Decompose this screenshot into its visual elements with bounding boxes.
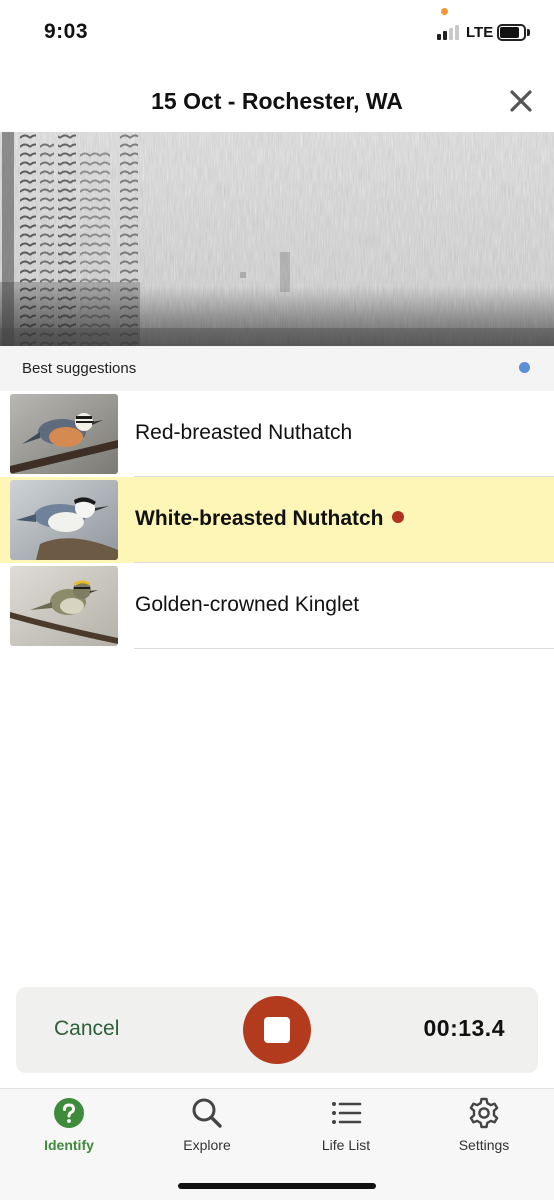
tab-life-list[interactable]: Life List — [277, 1089, 415, 1169]
list-item[interactable]: Red-breasted Nuthatch — [0, 391, 554, 477]
privacy-indicator-dot — [441, 8, 448, 15]
tab-identify[interactable]: Identify — [0, 1089, 138, 1169]
list-item[interactable]: Golden-crowned Kinglet — [0, 563, 554, 649]
golden-crowned-kinglet-photo — [10, 566, 118, 646]
tab-label: Identify — [44, 1137, 94, 1153]
tab-label: Life List — [321, 1137, 371, 1153]
species-name: Golden-crowned Kinglet — [135, 593, 360, 616]
list-item-highlighted[interactable]: White-breasted Nuthatch — [0, 477, 554, 563]
signal-icon — [437, 24, 463, 40]
help-circle-icon — [53, 1097, 85, 1129]
home-indicator — [178, 1183, 376, 1189]
stop-recording-button[interactable] — [243, 996, 311, 1064]
recording-timer: 00:13.4 — [423, 1015, 505, 1041]
battery-icon — [497, 24, 530, 41]
network-type: LTE — [466, 24, 494, 41]
suggestion-list: Red-breasted Nuthatch White-breasted Nut… — [0, 391, 554, 649]
search-icon — [191, 1097, 223, 1129]
row-divider — [134, 648, 554, 649]
cancel-button[interactable]: Cancel — [54, 1017, 119, 1041]
recording-control-panel: Cancel 00:13.4 — [16, 987, 538, 1073]
recording-indicator-dot — [391, 511, 404, 523]
white-breasted-nuthatch-photo — [10, 480, 118, 560]
tab-label: Explore — [183, 1137, 231, 1153]
spectrogram[interactable] — [0, 132, 554, 346]
tab-settings[interactable]: Settings — [415, 1089, 553, 1169]
suggestions-title: Best suggestions — [22, 360, 137, 377]
status-indicator-dot — [519, 362, 530, 373]
gear-icon — [468, 1097, 500, 1129]
header: 15 Oct - Rochester, WA — [0, 64, 554, 132]
species-name: White-breasted Nuthatch — [135, 507, 404, 531]
close-button[interactable] — [506, 88, 536, 114]
status-time: 9:03 — [44, 20, 89, 43]
species-name: Red-breasted Nuthatch — [135, 421, 353, 444]
stop-icon — [264, 1017, 290, 1043]
suggestions-header: Best suggestions — [0, 346, 554, 391]
tab-explore[interactable]: Explore — [138, 1089, 276, 1169]
tab-label: Settings — [458, 1137, 510, 1153]
close-icon — [510, 90, 532, 112]
status-bar: 9:03 LTE — [0, 0, 554, 64]
page-title: 15 Oct - Rochester, WA — [151, 88, 403, 114]
red-breasted-nuthatch-photo — [10, 394, 118, 474]
list-icon — [330, 1097, 362, 1129]
